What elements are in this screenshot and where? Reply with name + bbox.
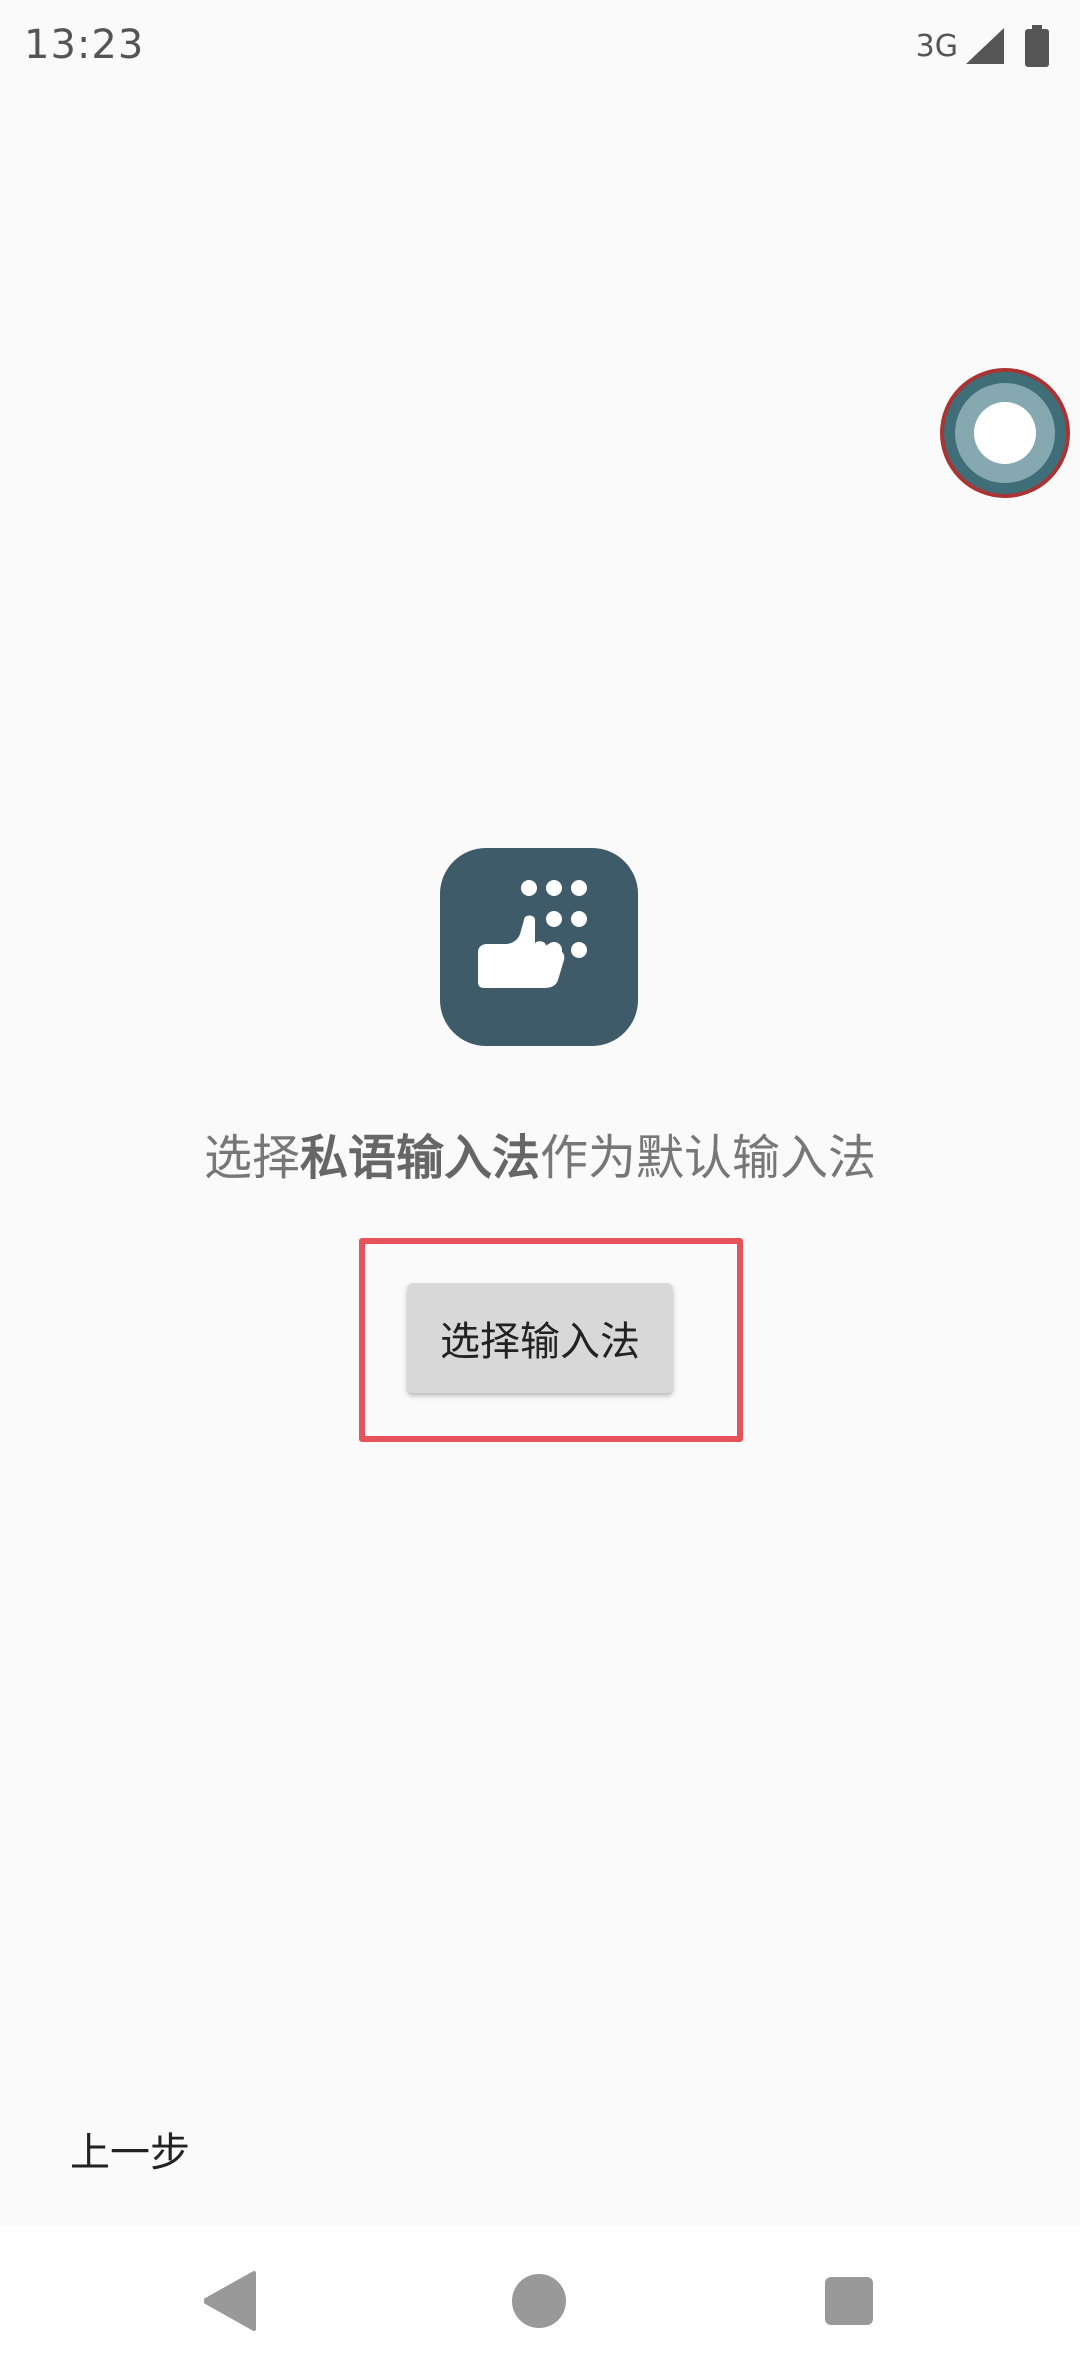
instruction-app-name: 私语输入法	[299, 1130, 540, 1186]
bubble-ring	[955, 383, 1055, 483]
instruction-suffix: 作为默认输入法	[540, 1130, 877, 1186]
instruction-text: 选择私语输入法作为默认输入法	[0, 1126, 1080, 1190]
hand-keypad-app-icon	[440, 848, 638, 1046]
status-icons: 3G	[916, 24, 1050, 68]
navigation-bar	[0, 2226, 1080, 2376]
previous-step-button[interactable]: 上一步	[70, 2120, 190, 2178]
assistant-bubble-icon[interactable]	[940, 368, 1070, 498]
select-input-method-button[interactable]: 选择输入法	[407, 1283, 673, 1393]
home-icon[interactable]	[512, 2274, 566, 2328]
network-type: 3G	[915, 28, 958, 64]
instruction-prefix: 选择	[203, 1130, 300, 1186]
back-icon[interactable]	[204, 2271, 258, 2331]
status-bar: 13:23 3G	[0, 0, 1080, 96]
bubble-core	[974, 402, 1036, 464]
status-time: 13:23	[24, 22, 145, 68]
recents-icon[interactable]	[825, 2277, 873, 2325]
screen: 13:23 3G 选择私语输入法作为默认输入法 选择输入法 上一步	[0, 0, 1080, 2376]
signal-icon	[966, 28, 1004, 64]
battery-icon	[1025, 25, 1049, 67]
